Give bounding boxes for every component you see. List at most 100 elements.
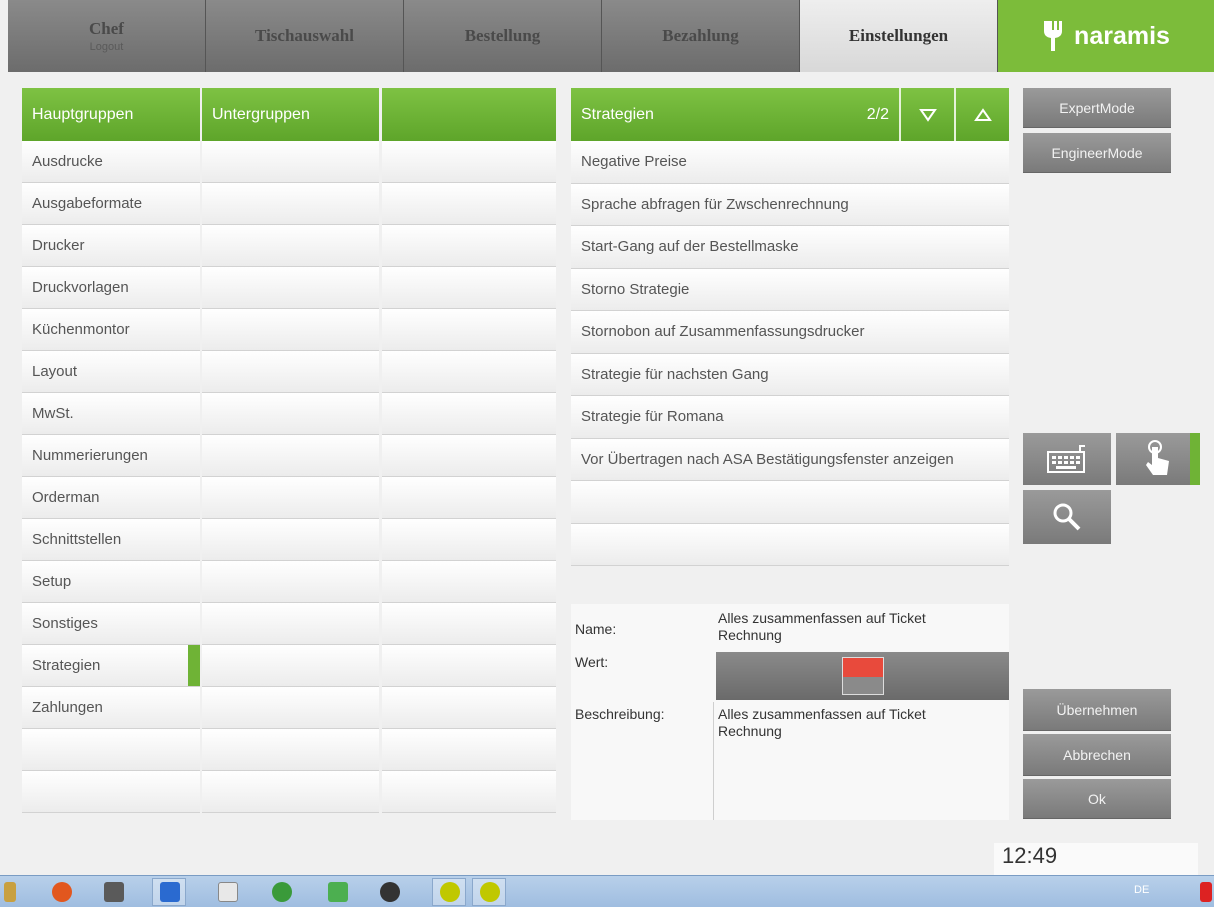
firefox-icon[interactable] <box>52 882 72 902</box>
window-icon[interactable] <box>218 882 238 902</box>
hauptgruppen-row[interactable]: Setup <box>22 561 200 603</box>
untergruppen-row[interactable] <box>202 183 379 225</box>
taskbar-item-naramis-1[interactable] <box>432 878 466 906</box>
sync-icon[interactable] <box>328 882 348 902</box>
untergruppen-row[interactable] <box>202 519 379 561</box>
untergruppen-row[interactable] <box>202 561 379 603</box>
ok-button[interactable]: Ok <box>1023 779 1171 819</box>
third-row[interactable] <box>382 225 556 267</box>
tab-einstellungen[interactable]: Einstellungen <box>800 0 998 72</box>
third-row[interactable] <box>382 351 556 393</box>
hauptgruppen-row[interactable]: Sonstiges <box>22 603 200 645</box>
strategy-row[interactable]: Strategie für Romana <box>571 396 1009 439</box>
untergruppen-row[interactable] <box>202 351 379 393</box>
hauptgruppen-row[interactable] <box>22 729 200 771</box>
cat-icon[interactable] <box>104 882 124 902</box>
page-up-button[interactable] <box>954 88 1009 141</box>
hauptgruppen-row[interactable]: Orderman <box>22 477 200 519</box>
strategy-row[interactable]: Sprache abfragen für Zwschenrechnung <box>571 183 1009 226</box>
third-row[interactable] <box>382 645 556 687</box>
untergruppen-row[interactable] <box>202 435 379 477</box>
wert-label: Wert: <box>575 654 609 670</box>
taskbar-item-help[interactable] <box>152 878 186 906</box>
strategies-header: Strategien 2/2 <box>571 88 1009 141</box>
help-icon <box>160 882 180 902</box>
strategy-row[interactable] <box>571 523 1009 566</box>
wert-control <box>716 652 1009 700</box>
hauptgruppen-row[interactable]: Nummerierungen <box>22 435 200 477</box>
untergruppen-row[interactable] <box>202 687 379 729</box>
hauptgruppen-row[interactable]: Layout <box>22 351 200 393</box>
third-header <box>382 88 556 141</box>
taskbar-item-naramis-2[interactable] <box>472 878 506 906</box>
hauptgruppen-row[interactable]: Druckvorlagen <box>22 267 200 309</box>
tray-alert-icon[interactable] <box>1200 882 1212 902</box>
third-row[interactable] <box>382 435 556 477</box>
network-icon[interactable] <box>380 882 400 902</box>
apply-button[interactable]: Übernehmen <box>1023 689 1171 731</box>
hauptgruppen-row[interactable]: Ausdrucke <box>22 141 200 183</box>
wert-toggle[interactable] <box>842 657 884 695</box>
hauptgruppen-header: Hauptgruppen <box>22 88 200 141</box>
cancel-button[interactable]: Abbrechen <box>1023 734 1171 776</box>
hauptgruppen-row[interactable] <box>22 771 200 813</box>
untergruppen-row[interactable] <box>202 141 379 183</box>
expert-mode-button[interactable]: ExpertMode <box>1023 88 1171 128</box>
user-logout-tab[interactable]: Chef Logout <box>8 0 206 72</box>
tool-icon[interactable] <box>4 882 16 902</box>
third-row[interactable] <box>382 267 556 309</box>
strategy-row[interactable]: Stornobon auf Zusammenfassungsdrucker <box>571 311 1009 354</box>
untergruppen-column: Untergruppen <box>202 88 379 813</box>
third-row[interactable] <box>382 687 556 729</box>
strategy-row[interactable]: Negative Preise <box>571 141 1009 184</box>
third-row[interactable] <box>382 561 556 603</box>
untergruppen-row[interactable] <box>202 225 379 267</box>
hauptgruppen-row[interactable]: Ausgabeformate <box>22 183 200 225</box>
third-row[interactable] <box>382 393 556 435</box>
untergruppen-row[interactable] <box>202 393 379 435</box>
keyboard-button[interactable] <box>1023 433 1111 485</box>
untergruppen-header: Untergruppen <box>202 88 379 141</box>
beschreibung-line2: Rechnung <box>718 723 782 739</box>
untergruppen-row[interactable] <box>202 645 379 687</box>
hauptgruppen-row[interactable]: Zahlungen <box>22 687 200 729</box>
tab-tischauswahl[interactable]: Tischauswahl <box>206 0 404 72</box>
third-row[interactable] <box>382 603 556 645</box>
third-row[interactable] <box>382 141 556 183</box>
page-down-button[interactable] <box>899 88 954 141</box>
strategy-row[interactable]: Vor Übertragen nach ASA Bestätigungsfens… <box>571 438 1009 481</box>
hauptgruppen-row[interactable]: Strategien <box>22 645 200 687</box>
third-row[interactable] <box>382 771 556 813</box>
search-button[interactable] <box>1023 490 1111 544</box>
hauptgruppen-row[interactable]: Küchenmontor <box>22 309 200 351</box>
third-row[interactable] <box>382 519 556 561</box>
hauptgruppen-row[interactable]: MwSt. <box>22 393 200 435</box>
strategy-row[interactable]: Start-Gang auf der Bestellmaske <box>571 226 1009 269</box>
strategy-row[interactable]: Storno Strategie <box>571 268 1009 311</box>
third-row[interactable] <box>382 729 556 771</box>
hauptgruppen-row[interactable]: Drucker <box>22 225 200 267</box>
brand-name: naramis <box>1074 21 1170 50</box>
strategy-row[interactable] <box>571 481 1009 524</box>
tab-bezahlung[interactable]: Bezahlung <box>602 0 800 72</box>
tab-bestellung[interactable]: Bestellung <box>404 0 602 72</box>
user-name: Chef <box>89 19 124 38</box>
name-label: Name: <box>575 621 617 637</box>
strategy-row[interactable]: Strategie für nachsten Gang <box>571 353 1009 396</box>
third-row[interactable] <box>382 477 556 519</box>
third-row[interactable] <box>382 183 556 225</box>
touch-mode-button[interactable] <box>1116 433 1200 485</box>
untergruppen-row[interactable] <box>202 477 379 519</box>
untergruppen-row[interactable] <box>202 309 379 351</box>
language-indicator[interactable]: DE <box>1134 884 1149 896</box>
untergruppen-row[interactable] <box>202 729 379 771</box>
clock: 12:49 <box>994 843 1198 875</box>
untergruppen-row[interactable] <box>202 771 379 813</box>
name-value: Alles zusammenfassen auf Ticket Rechnung <box>718 610 988 644</box>
hauptgruppen-row[interactable]: Schnittstellen <box>22 519 200 561</box>
third-row[interactable] <box>382 309 556 351</box>
engineer-mode-button[interactable]: EngineerMode <box>1023 133 1171 173</box>
person-icon[interactable] <box>272 882 292 902</box>
untergruppen-row[interactable] <box>202 267 379 309</box>
untergruppen-row[interactable] <box>202 603 379 645</box>
